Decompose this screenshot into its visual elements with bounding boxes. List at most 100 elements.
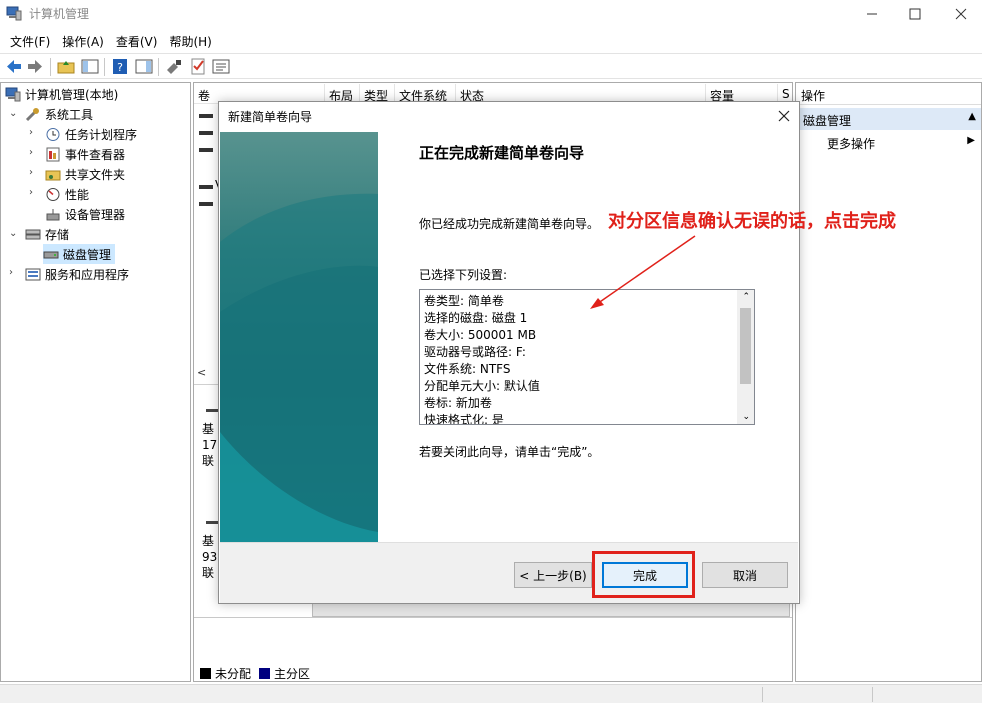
actions-section-label: 磁盘管理 xyxy=(803,114,852,128)
show-hide-tree-icon[interactable] xyxy=(81,58,99,75)
chevron-right-icon[interactable]: › xyxy=(9,267,13,278)
actions-header: 操作 xyxy=(796,83,981,105)
annotation-arrow-icon xyxy=(590,235,696,309)
chevron-right-icon[interactable]: › xyxy=(29,127,33,138)
tree-system-tools-label: 系统工具 xyxy=(45,107,94,122)
scroll-down-icon[interactable]: ⌄ xyxy=(742,412,750,422)
dialog-button-bar: < 上一步(B) 完成 取消 xyxy=(220,542,798,603)
volume-row-icon[interactable] xyxy=(199,114,213,118)
legend-unallocated: 未分配 xyxy=(215,667,252,681)
connect-icon[interactable] xyxy=(165,58,183,75)
title-bar: 计算机管理 xyxy=(0,0,982,28)
status-bar xyxy=(0,684,982,703)
menu-view[interactable]: 查看(V) xyxy=(110,30,164,52)
close-button[interactable] xyxy=(938,0,982,28)
tree-storage[interactable]: 存储 xyxy=(25,224,69,244)
disk-icon xyxy=(206,409,218,412)
submenu-arrow-icon[interactable]: ▶ xyxy=(967,135,975,146)
summary-line: 卷大小: 500001 MB xyxy=(424,328,537,342)
summary-scrollbar[interactable]: ⌃ ⌄ xyxy=(737,290,754,424)
collapse-up-icon[interactable]: ▲ xyxy=(968,111,976,122)
tree-system-tools[interactable]: 系统工具 xyxy=(25,104,93,124)
menu-bar: 文件(F) 操作(A) 查看(V) 帮助(H) xyxy=(0,30,982,52)
disk-0-info[interactable]: 基 17 联 xyxy=(202,421,217,469)
scroll-left-arrow-icon[interactable]: < xyxy=(197,366,206,379)
cancel-button[interactable]: 取消 xyxy=(702,562,788,588)
menu-help[interactable]: 帮助(H) xyxy=(163,30,217,52)
tree-disk-management-label: 磁盘管理 xyxy=(63,247,112,262)
tree-services-apps-label: 服务和应用程序 xyxy=(45,267,130,282)
disk-1-size: 93 xyxy=(202,550,218,564)
disk-icon xyxy=(43,251,59,258)
chevron-right-icon[interactable]: › xyxy=(29,167,33,178)
wizard-complete-text: 你已经成功完成新建简单卷向导。 xyxy=(419,217,600,231)
scrollbar-thumb[interactable] xyxy=(740,308,751,384)
disk-1-info[interactable]: 基 93 联 xyxy=(202,533,217,581)
up-folder-icon[interactable] xyxy=(57,58,75,75)
back-arrow-icon[interactable] xyxy=(5,58,23,75)
tree-task-scheduler[interactable]: 任务计划程序 xyxy=(45,124,137,144)
chevron-right-icon[interactable]: › xyxy=(29,187,33,198)
tree-services-apps[interactable]: 服务和应用程序 xyxy=(25,264,129,284)
maximize-button[interactable] xyxy=(892,0,938,28)
chevron-right-icon[interactable]: › xyxy=(29,147,33,158)
tree-disk-management[interactable]: 磁盘管理 xyxy=(43,244,116,264)
minimize-icon xyxy=(867,13,877,15)
computer-management-icon xyxy=(5,87,21,101)
pane-divider xyxy=(194,617,792,618)
partition-bar[interactable] xyxy=(312,603,790,617)
forward-arrow-icon[interactable] xyxy=(26,58,44,75)
tree-shared-folders-label: 共享文件夹 xyxy=(65,167,126,182)
chevron-down-icon[interactable]: ⌄ xyxy=(9,108,17,119)
disk-0-size: 17 xyxy=(202,438,218,452)
more-actions-link[interactable]: 更多操作 xyxy=(827,135,875,152)
summary-line: 驱动器号或路径: F: xyxy=(424,345,526,359)
status-bar-separator xyxy=(872,687,873,702)
status-bar-separator xyxy=(762,687,763,702)
tree-event-viewer[interactable]: 事件查看器 xyxy=(45,144,125,164)
legend-swatch-primary xyxy=(259,668,271,679)
summary-line: 卷标: 新加卷 xyxy=(424,396,492,410)
chevron-down-icon[interactable]: ⌄ xyxy=(9,228,17,239)
clock-icon xyxy=(46,127,60,141)
computer-management-icon xyxy=(6,6,22,21)
maximize-icon xyxy=(909,8,921,20)
scroll-up-icon[interactable]: ⌃ xyxy=(742,292,750,302)
disk-1-type: 基 xyxy=(202,534,215,548)
disk-0-status: 联 xyxy=(202,454,215,468)
menu-file[interactable]: 文件(F) xyxy=(4,30,56,52)
tree-root[interactable]: 计算机管理(本地) xyxy=(5,84,118,104)
back-button[interactable]: < 上一步(B) xyxy=(514,562,592,588)
volume-row-icon[interactable] xyxy=(199,148,213,152)
actions-pane: 操作 磁盘管理 ▲ 更多操作 ▶ xyxy=(795,82,982,682)
legend-swatch-unallocated xyxy=(200,668,211,679)
disk-icon xyxy=(206,521,218,524)
volume-row-icon[interactable] xyxy=(199,202,213,206)
dialog-close-button[interactable] xyxy=(772,104,796,128)
menu-action[interactable]: 操作(A) xyxy=(56,30,110,52)
minimize-button[interactable] xyxy=(849,0,895,28)
annotation-text: 对分区信息确认无误的话，点击完成 xyxy=(608,211,896,232)
volume-row-icon[interactable] xyxy=(199,131,213,135)
wizard-close-instruction: 若要关闭此向导，请单击“完成”。 xyxy=(419,445,600,459)
help-icon[interactable]: ? xyxy=(111,58,129,75)
tree-device-manager[interactable]: 设备管理器 xyxy=(45,204,125,224)
checklist-icon[interactable] xyxy=(189,58,207,75)
services-icon xyxy=(25,268,41,280)
tree-shared-folders[interactable]: 共享文件夹 xyxy=(45,164,125,184)
wizard-banner-image xyxy=(220,132,378,542)
summary-line: 选择的磁盘: 磁盘 1 xyxy=(424,311,528,325)
storage-icon xyxy=(25,229,41,239)
disk-0-type: 基 xyxy=(202,422,215,436)
tools-icon xyxy=(25,107,39,121)
disk-1-status: 联 xyxy=(202,566,215,580)
actions-section-disk-management[interactable]: 磁盘管理 ▲ xyxy=(796,108,981,130)
dialog-title: 新建简单卷向导 xyxy=(228,110,313,124)
summary-line: 文件系统: NTFS xyxy=(424,362,511,376)
action-pane-icon[interactable] xyxy=(135,58,153,75)
legend: 未分配 主分区 xyxy=(200,665,310,682)
tree-device-manager-label: 设备管理器 xyxy=(65,207,126,222)
volume-row-icon[interactable] xyxy=(199,185,213,189)
properties-icon[interactable] xyxy=(212,58,230,75)
tree-performance[interactable]: 性能 xyxy=(45,184,89,204)
